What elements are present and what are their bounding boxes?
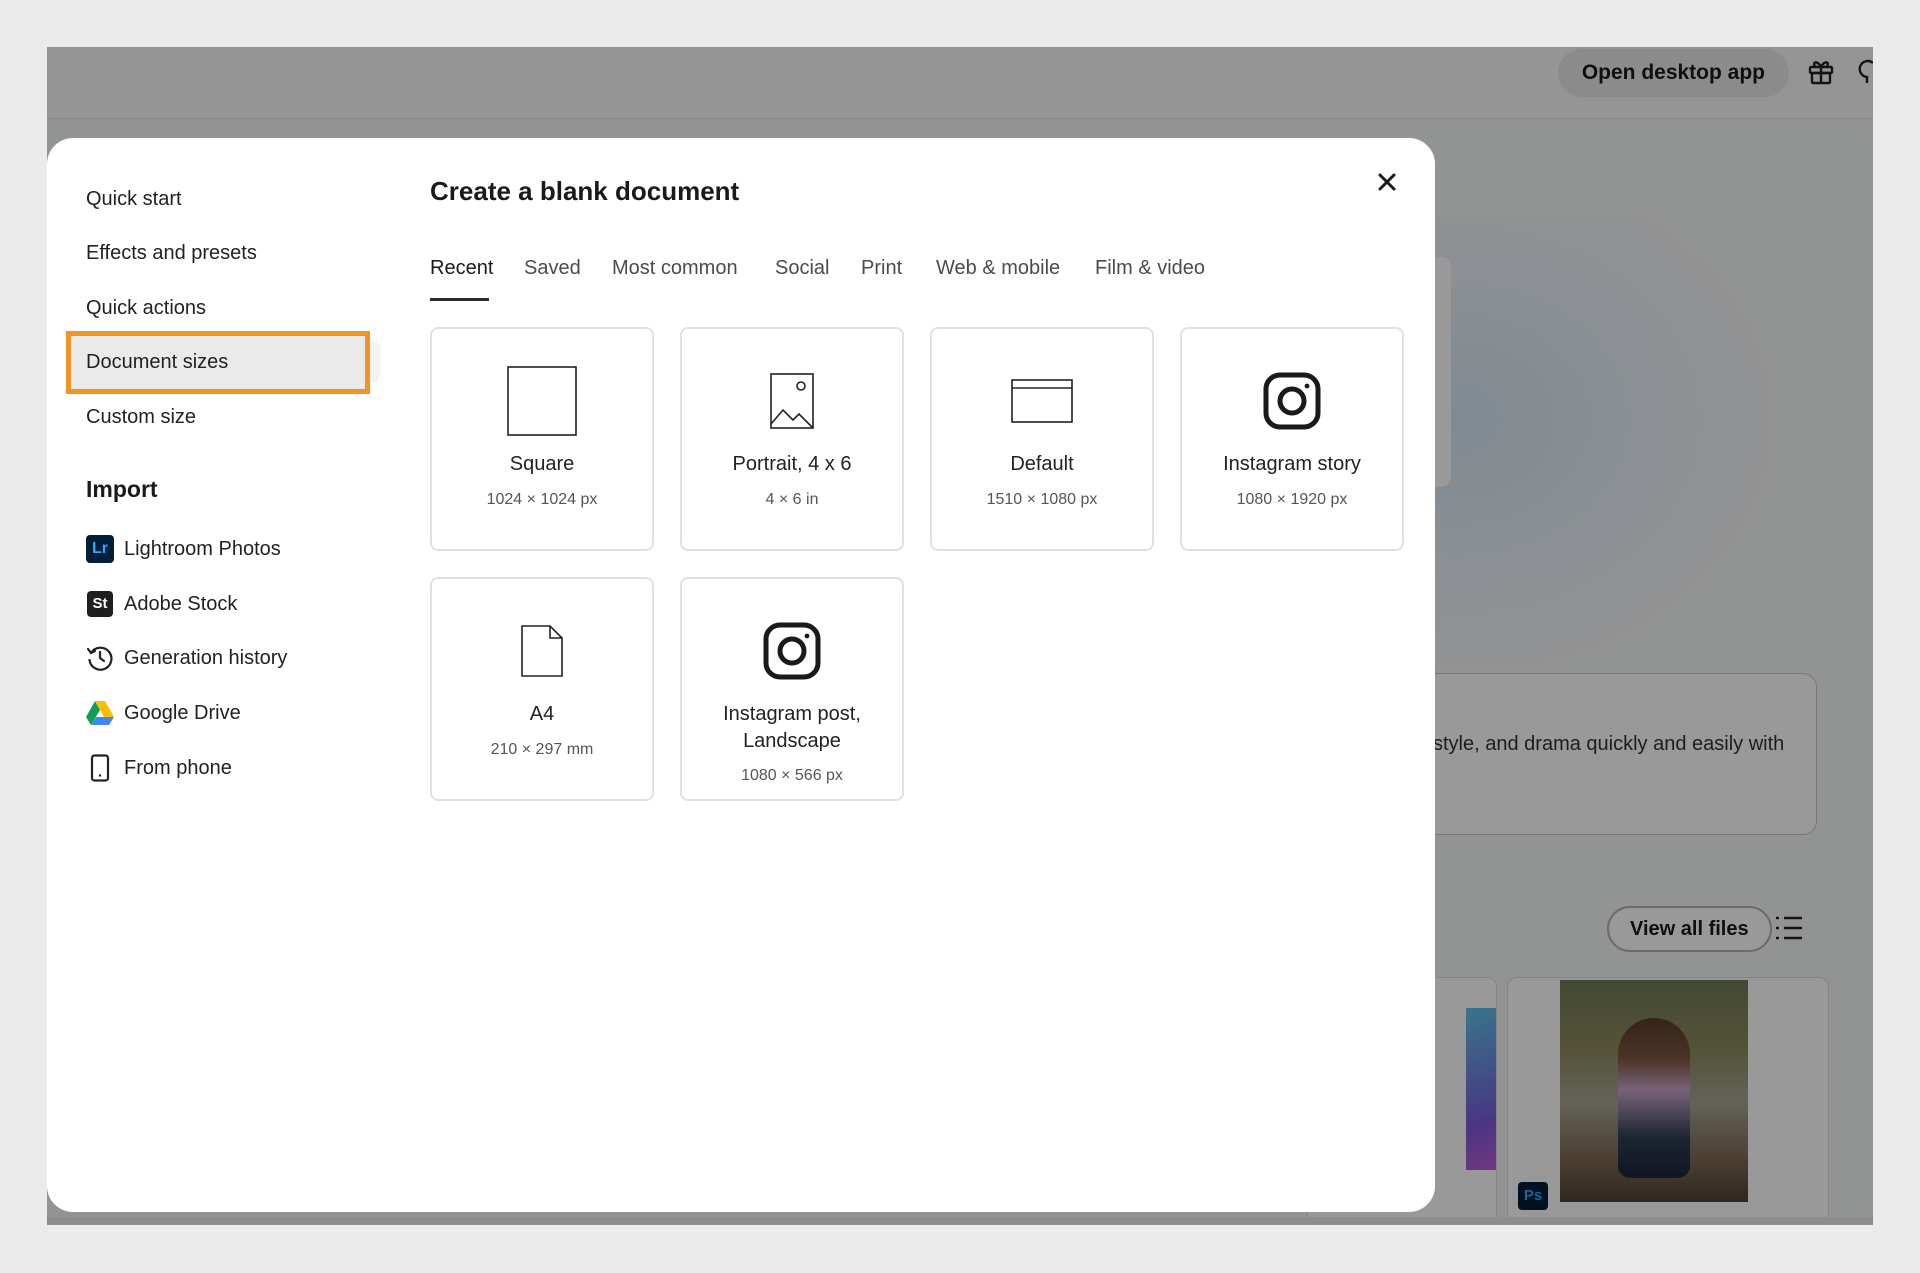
tab-recent[interactable]: Recent: [430, 254, 493, 294]
preset-dimensions: 210 × 297 mm: [490, 741, 594, 758]
import-google-drive[interactable]: Google Drive: [86, 696, 241, 730]
create-document-dialog: Quick start Effects and presets Quick ac…: [47, 138, 1435, 1212]
sidebar-item-effects-presets[interactable]: Effects and presets: [86, 232, 257, 274]
tab-print[interactable]: Print: [861, 254, 902, 294]
instagram-icon: [1263, 372, 1321, 430]
preset-name: Square: [509, 453, 575, 475]
import-lightroom-photos[interactable]: Lr Lightroom Photos: [86, 532, 281, 566]
preset-card-instagram-story[interactable]: Instagram story 1080 × 1920 px: [1180, 327, 1404, 551]
phone-icon: [86, 754, 114, 782]
import-heading: Import: [86, 476, 158, 502]
close-icon[interactable]: [1369, 164, 1405, 200]
preset-card-instagram-post[interactable]: Instagram post, Landscape 1080 × 566 px: [680, 577, 904, 801]
import-from-phone[interactable]: From phone: [86, 751, 232, 785]
tab-social[interactable]: Social: [775, 254, 829, 294]
preset-name: Instagram post, Landscape: [723, 703, 861, 752]
preset-dimensions: 1080 × 1920 px: [1236, 491, 1348, 508]
import-item-label: From phone: [124, 756, 232, 779]
dialog-title: Create a blank document: [430, 176, 740, 206]
google-drive-icon: [86, 699, 114, 727]
instagram-icon: [763, 622, 821, 680]
preset-name: A4: [529, 703, 555, 725]
sidebar-item-label: Document sizes: [86, 351, 229, 373]
sidebar-item-custom-size[interactable]: Custom size: [86, 396, 196, 438]
preset-name: Default: [1010, 453, 1074, 475]
tab-saved[interactable]: Saved: [524, 254, 581, 294]
sidebar-item-quick-actions[interactable]: Quick actions: [86, 287, 206, 329]
import-adobe-stock[interactable]: St Adobe Stock: [86, 587, 237, 621]
import-item-label: Lightroom Photos: [124, 537, 281, 560]
tab-film-video[interactable]: Film & video: [1095, 254, 1205, 294]
preset-card-default[interactable]: Default 1510 × 1080 px: [930, 327, 1154, 551]
preset-card-portrait[interactable]: Portrait, 4 x 6 4 × 6 in: [680, 327, 904, 551]
tab-most-common[interactable]: Most common: [612, 254, 738, 294]
preset-dimensions: 1080 × 566 px: [741, 767, 843, 784]
import-item-label: Adobe Stock: [124, 592, 238, 615]
preset-dimensions: 4 × 6 in: [765, 491, 819, 508]
preset-name: Instagram story: [1223, 453, 1361, 475]
lightroom-icon: Lr: [86, 535, 114, 563]
preset-card-square[interactable]: Square 1024 × 1024 px: [430, 327, 654, 551]
square-icon: [507, 366, 577, 436]
preset-dimensions: 1510 × 1080 px: [986, 491, 1098, 508]
sidebar-item-document-sizes[interactable]: Document sizes: [66, 331, 370, 394]
preset-name: Portrait, 4 x 6: [732, 453, 852, 475]
sidebar-item-quick-start[interactable]: Quick start: [86, 178, 182, 220]
active-tab-indicator: [430, 298, 489, 301]
import-generation-history[interactable]: Generation history: [86, 641, 287, 675]
adobe-stock-icon: St: [86, 590, 114, 618]
preset-dimensions: 1024 × 1024 px: [486, 491, 598, 508]
selection-background: [370, 342, 380, 382]
history-icon: [86, 644, 114, 672]
import-item-label: Google Drive: [124, 701, 241, 724]
browser-window-icon: [1011, 379, 1073, 423]
import-item-label: Generation history: [124, 646, 288, 669]
document-page-icon: [521, 625, 563, 677]
tab-web-mobile[interactable]: Web & mobile: [936, 254, 1060, 294]
preset-card-a4[interactable]: A4 210 × 297 mm: [430, 577, 654, 801]
portrait-image-icon: [770, 373, 814, 429]
